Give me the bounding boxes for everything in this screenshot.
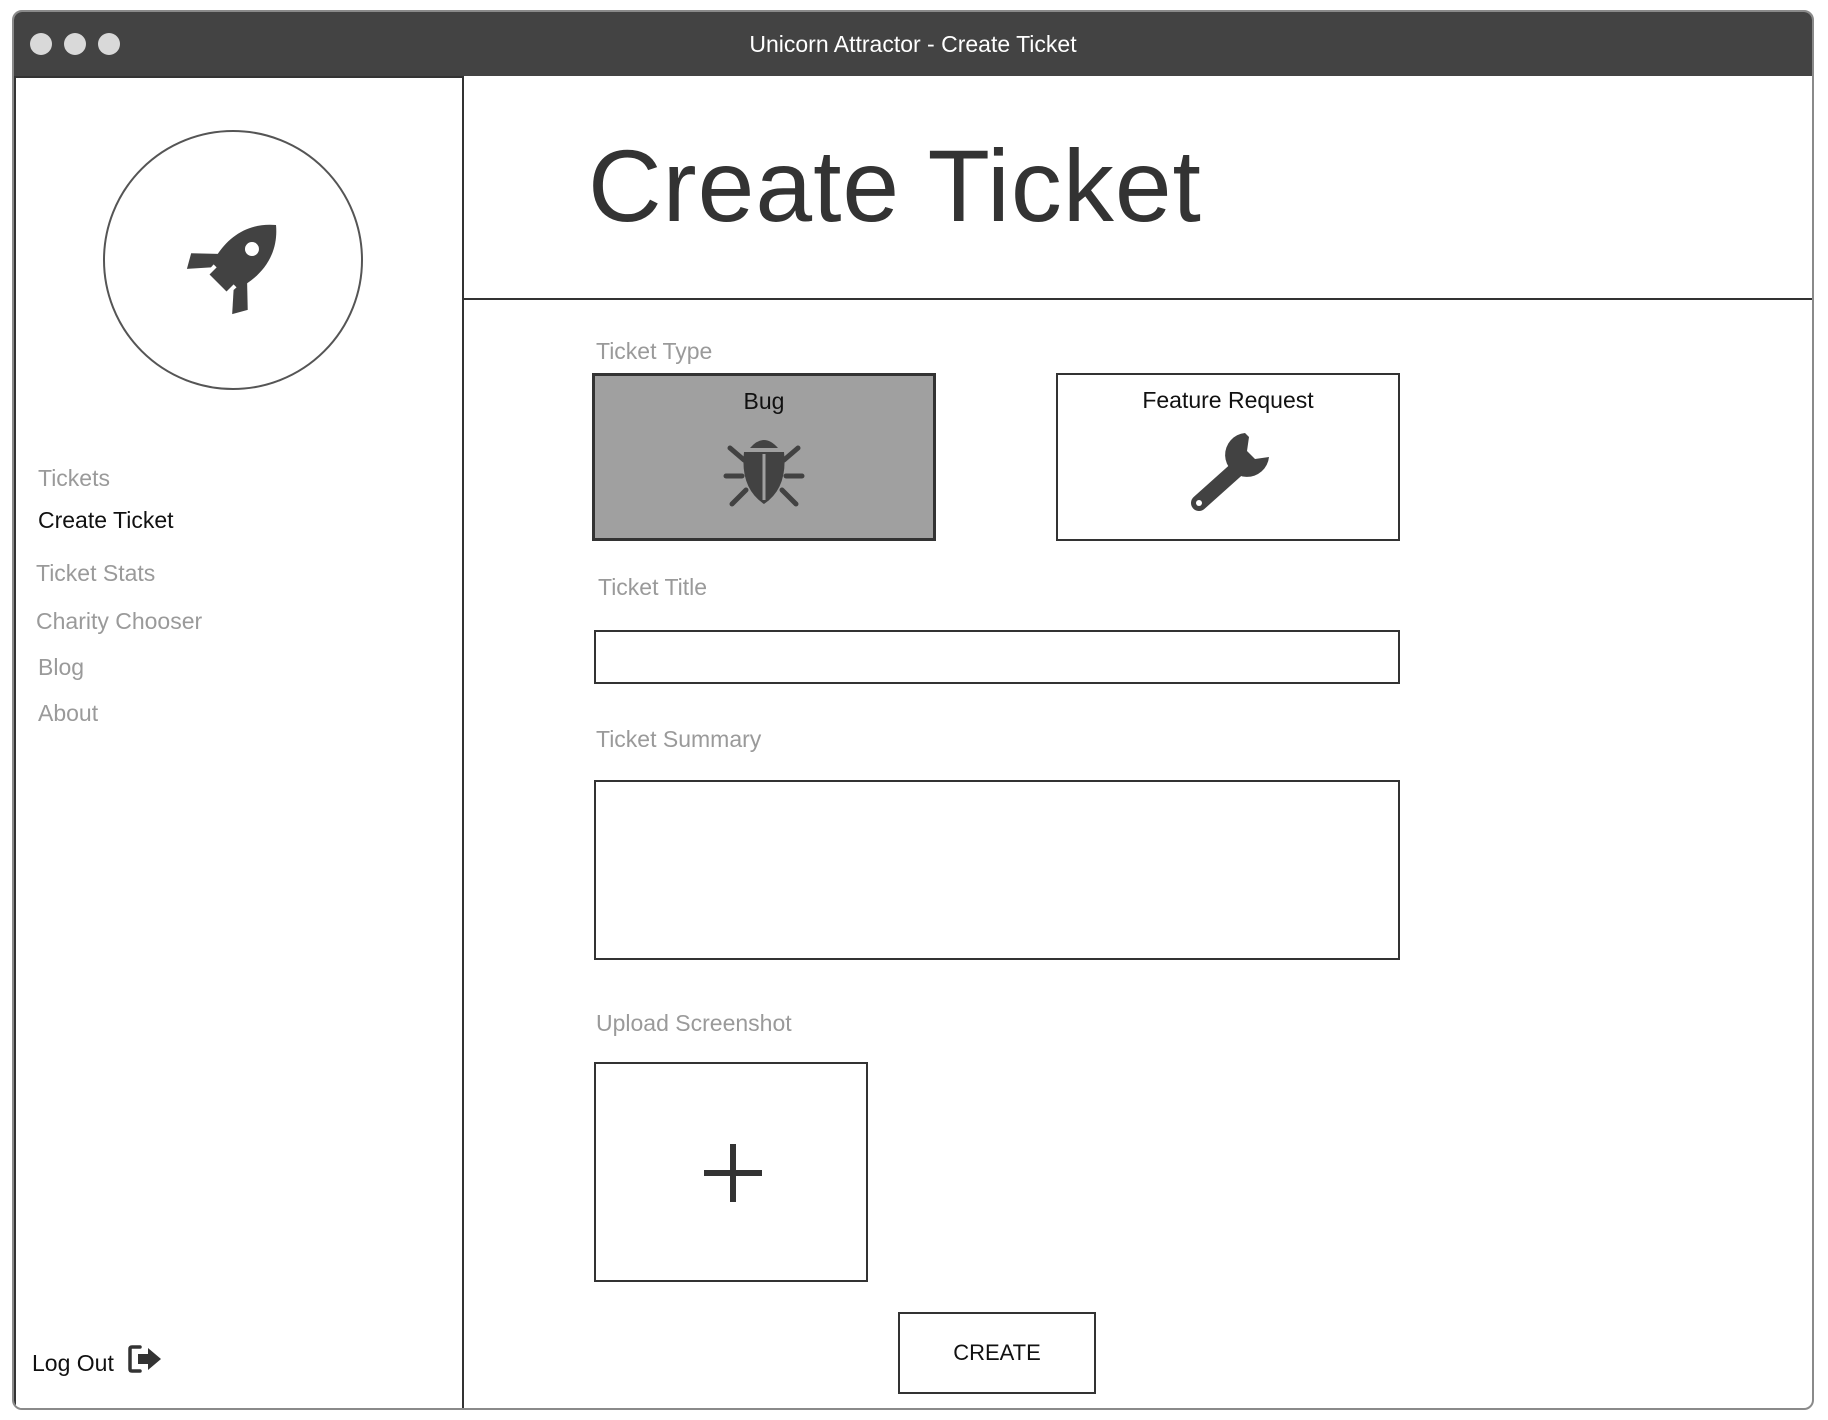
sign-out-icon[interactable]: [128, 1344, 164, 1374]
upload-screenshot-box[interactable]: [594, 1062, 868, 1282]
sidebar-item-blog[interactable]: Blog: [38, 654, 84, 681]
wrench-icon: [1191, 433, 1269, 511]
window-title: Unicorn Attractor - Create Ticket: [749, 31, 1077, 57]
feature-request-option-label: Feature Request: [1142, 387, 1314, 413]
ticket-summary-label: Ticket Summary: [596, 726, 762, 752]
sidebar-item-create-ticket[interactable]: Create Ticket: [38, 507, 174, 534]
feature-request-type-option[interactable]: Feature Request: [1056, 373, 1400, 541]
sidebar-item-ticket-stats[interactable]: Ticket Stats: [36, 560, 155, 587]
ticket-type-label: Ticket Type: [596, 338, 713, 364]
app-window: Unicorn Attractor - Create Ticket Ticket…: [12, 10, 1814, 1410]
sidebar-item-tickets[interactable]: Tickets: [38, 465, 110, 492]
upload-screenshot-label: Upload Screenshot: [596, 1010, 792, 1036]
rocket-icon: [186, 224, 277, 315]
bug-option-label: Bug: [743, 388, 785, 414]
plus-icon: [704, 1144, 762, 1202]
sidebar-item-charity-chooser[interactable]: Charity Chooser: [36, 608, 202, 635]
bug-type-option[interactable]: Bug: [592, 373, 936, 541]
ticket-title-label: Ticket Title: [598, 574, 708, 600]
ticket-title-input[interactable]: [594, 630, 1400, 684]
main-content: Create Ticket Ticket Type Bug Feature Re…: [464, 76, 1812, 1408]
sidebar-item-about[interactable]: About: [38, 700, 98, 727]
page-title: Create Ticket: [588, 129, 1202, 243]
logo[interactable]: [103, 130, 363, 390]
bug-icon: [723, 440, 805, 507]
title-bar: Unicorn Attractor - Create Ticket: [14, 12, 1812, 76]
sidebar: Tickets Create Ticket Ticket Stats Chari…: [14, 76, 464, 1408]
ticket-summary-textarea[interactable]: [594, 780, 1400, 960]
logout-link[interactable]: Log Out: [32, 1350, 114, 1377]
create-button[interactable]: CREATE: [898, 1312, 1096, 1394]
page-header: Create Ticket: [464, 76, 1812, 300]
